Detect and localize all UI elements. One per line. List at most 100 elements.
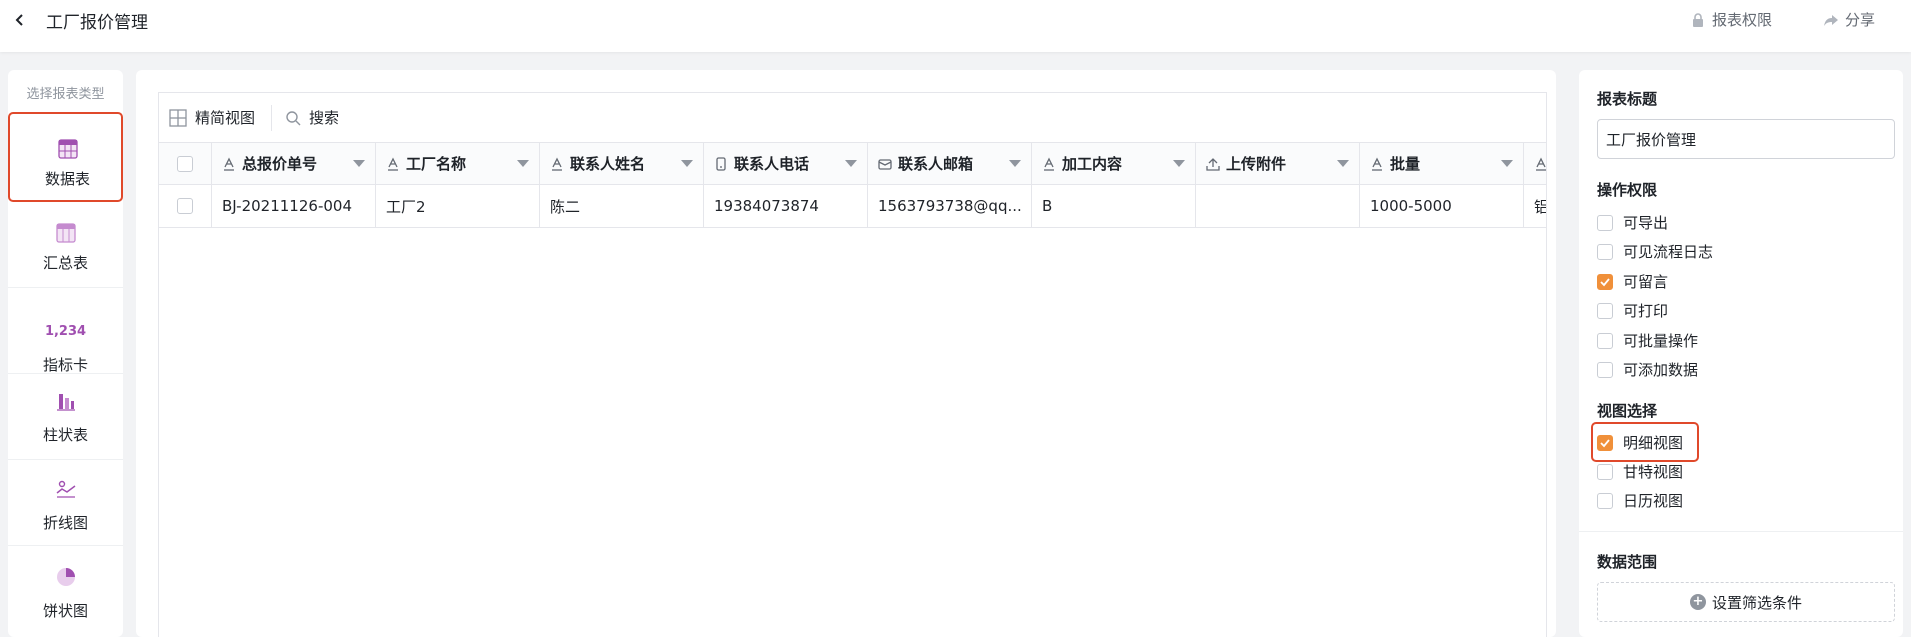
checkbox[interactable]	[1597, 492, 1613, 509]
type-item-line-chart[interactable]: 折线图	[8, 460, 123, 546]
column-menu-caret[interactable]	[353, 160, 365, 167]
table-cell[interactable]: BJ-20211126-004	[212, 185, 376, 227]
column-menu-caret[interactable]	[1337, 160, 1349, 167]
table-cell[interactable]	[1196, 185, 1360, 227]
back-arrow-icon[interactable]	[10, 10, 30, 30]
table-cell[interactable]: 1000-5000	[1360, 185, 1524, 227]
checkbox[interactable]	[1597, 243, 1613, 260]
select-all-checkbox[interactable]	[177, 155, 193, 172]
view-calendar[interactable]: 日历视图	[1597, 490, 1683, 511]
check-icon	[1600, 277, 1610, 286]
table-cell[interactable]: 陈二	[540, 185, 704, 227]
table-header-row: 总报价单号 工厂名称 联系人姓名 联系人电话 联系人邮箱 加工内容 上传附件 批…	[159, 143, 1546, 185]
compact-view-button[interactable]: 精简视图	[169, 107, 255, 128]
share-button[interactable]: 分享	[1823, 9, 1875, 30]
search-icon	[286, 110, 301, 125]
type-item-bar-chart[interactable]: 柱状表	[8, 374, 123, 460]
table-cell[interactable]: 1563793738@qq...	[868, 185, 1032, 227]
column-label: 上传附件	[1226, 155, 1287, 173]
view-gantt[interactable]: 甘特视图	[1597, 461, 1683, 482]
main-panel: 精简视图 搜索 总报价单号 工厂名称 联系人姓名 联系人电话 联系人邮箱 加工内…	[136, 70, 1556, 637]
set-filter-button[interactable]: + 设置筛选条件	[1597, 582, 1895, 622]
option-export[interactable]: 可导出	[1597, 212, 1668, 233]
text-field-icon	[1044, 157, 1054, 171]
view-detail[interactable]: 明细视图	[1597, 432, 1683, 453]
grid-view-icon	[169, 108, 187, 127]
checkbox-checked[interactable]	[1597, 273, 1613, 290]
column-menu-caret[interactable]	[1173, 160, 1185, 167]
option-comment[interactable]: 可留言	[1597, 271, 1668, 292]
column-header[interactable]: 工厂名称	[376, 143, 540, 184]
column-header[interactable]: 联系人电话	[704, 143, 868, 184]
table-cell[interactable]: 铝	[1524, 185, 1546, 227]
checkbox[interactable]	[1597, 361, 1613, 378]
search-label: 搜索	[309, 109, 340, 127]
share-icon	[1824, 14, 1838, 26]
row-checkbox[interactable]	[177, 198, 193, 214]
upload-icon	[1206, 157, 1220, 171]
column-label: 工厂名称	[406, 155, 467, 173]
text-field-icon	[1372, 157, 1382, 171]
column-header[interactable]: 联系人姓名	[540, 143, 704, 184]
table-cell[interactable]: B	[1032, 185, 1196, 227]
table-cell[interactable]: 工厂2	[376, 185, 540, 227]
option-label: 甘特视图	[1623, 463, 1684, 481]
pie-chart-icon	[57, 568, 75, 586]
checkbox[interactable]	[1597, 332, 1613, 349]
column-label: 总报价单号	[242, 155, 318, 173]
type-item-metric-card[interactable]: 1,234 指标卡	[8, 288, 123, 374]
option-add-data[interactable]: 可添加数据	[1597, 359, 1698, 380]
toolbar-divider	[271, 105, 272, 131]
column-menu-caret[interactable]	[1009, 160, 1021, 167]
option-label: 可添加数据	[1623, 361, 1699, 379]
type-item-pie-chart[interactable]: 饼状图	[8, 546, 123, 632]
type-item-label: 柱状表	[42, 426, 88, 444]
option-print[interactable]: 可打印	[1597, 300, 1668, 321]
phone-icon	[716, 156, 726, 171]
column-header[interactable]: 加工内容	[1032, 143, 1196, 184]
checkbox[interactable]	[1597, 302, 1613, 319]
report-permission-button[interactable]: 报表权限	[1690, 9, 1772, 30]
check-icon	[1600, 438, 1610, 447]
option-label: 日历视图	[1623, 492, 1684, 510]
column-header[interactable]: 总报价单号	[212, 143, 376, 184]
email-icon	[878, 158, 892, 170]
search-button[interactable]: 搜索	[285, 107, 339, 128]
set-filter-label: 设置筛选条件	[1711, 593, 1802, 612]
line-chart-icon	[56, 480, 76, 498]
column-header[interactable]: 上传附件	[1196, 143, 1360, 184]
type-item-label: 汇总表	[42, 254, 88, 272]
option-view-log[interactable]: 可见流程日志	[1597, 241, 1713, 262]
table-cell[interactable]: 19384073874	[704, 185, 868, 227]
type-item-label: 数据表	[44, 170, 90, 188]
report-title-heading: 报表标题	[1597, 90, 1658, 108]
table-row[interactable]: BJ-20211126-004 工厂2 陈二 19384073874 15637…	[159, 185, 1546, 228]
checkbox[interactable]	[1597, 214, 1613, 231]
option-batch[interactable]: 可批量操作	[1597, 330, 1698, 351]
lock-icon	[1693, 12, 1703, 27]
section-divider	[1579, 531, 1903, 532]
row-select-cell	[159, 185, 212, 227]
column-header[interactable]: 联系人邮箱	[868, 143, 1032, 184]
text-field-icon	[1536, 157, 1546, 171]
column-menu-caret[interactable]	[845, 160, 857, 167]
page-title: 工厂报价管理	[46, 13, 148, 33]
type-item-data-table[interactable]: 数据表	[8, 112, 123, 202]
type-item-summary-table[interactable]: 汇总表	[8, 202, 123, 288]
option-label: 可批量操作	[1623, 332, 1699, 350]
option-label: 可留言	[1623, 273, 1669, 291]
column-header[interactable]	[1524, 143, 1546, 184]
column-menu-caret[interactable]	[1501, 160, 1513, 167]
column-label: 联系人电话	[734, 155, 810, 173]
share-label: 分享	[1845, 11, 1876, 29]
checkbox-checked[interactable]	[1597, 434, 1613, 451]
checkbox[interactable]	[1597, 463, 1613, 480]
option-label: 可导出	[1623, 214, 1669, 232]
report-title-input[interactable]	[1597, 119, 1895, 159]
type-item-label: 饼状图	[42, 602, 88, 620]
column-menu-caret[interactable]	[681, 160, 693, 167]
option-label: 可打印	[1623, 302, 1669, 320]
column-header[interactable]: 批量	[1360, 143, 1524, 184]
type-item-label: 指标卡	[42, 356, 88, 374]
column-menu-caret[interactable]	[517, 160, 529, 167]
